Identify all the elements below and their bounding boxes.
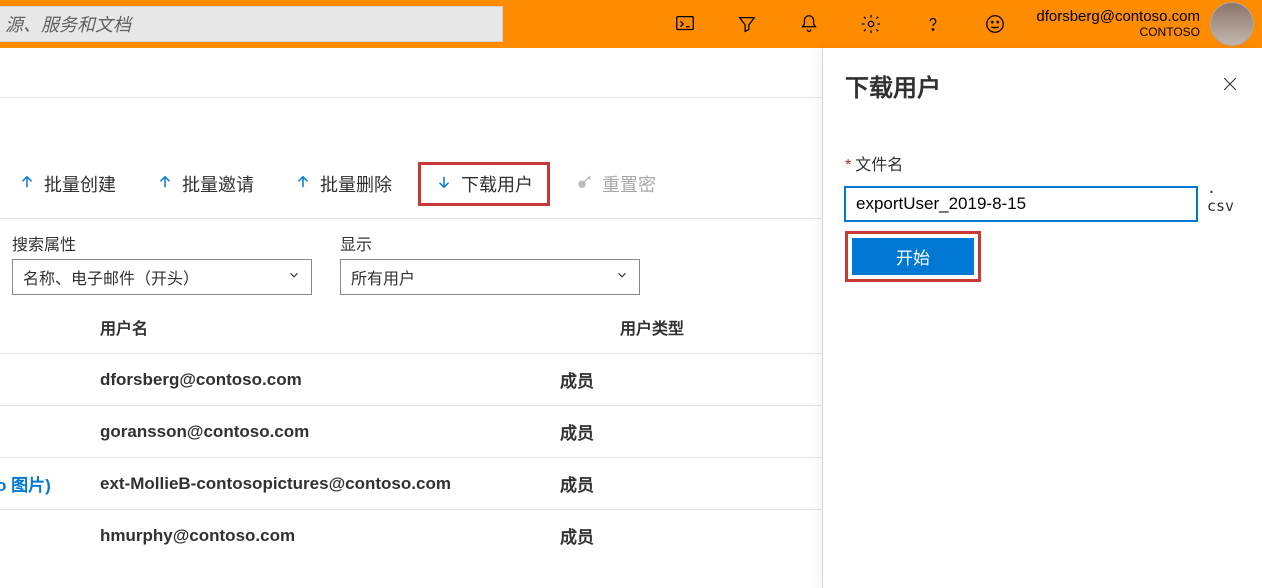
panel-title: 下载用户 [845, 68, 941, 103]
chevron-down-icon [287, 268, 301, 287]
guest-source-fragment: o 图片) [0, 458, 51, 509]
bulk-delete-button[interactable]: 批量删除 [294, 171, 392, 197]
topbar-icon-group [674, 13, 1006, 35]
upload-arrow-icon [294, 173, 312, 196]
bulk-delete-label: 批量删除 [320, 171, 392, 197]
display-label: 显示 [340, 231, 640, 255]
avatar [1210, 2, 1254, 46]
account-menu[interactable]: dforsberg@contoso.com CONTOSO [1036, 2, 1254, 46]
download-users-panel: 下载用户 *文件名 . csv 开始 [822, 48, 1262, 588]
bulk-invite-label: 批量邀请 [182, 171, 254, 197]
bulk-invite-button[interactable]: 批量邀请 [156, 171, 254, 197]
search-placeholder: 源、服务和文档 [5, 11, 131, 37]
feedback-icon[interactable] [984, 13, 1006, 35]
cell-usertype: 成员 [560, 419, 680, 444]
cell-username: dforsberg@contoso.com [100, 370, 560, 390]
start-button[interactable]: 开始 [852, 238, 974, 275]
key-icon [576, 173, 594, 196]
display-select[interactable]: 所有用户 [340, 259, 640, 295]
search-attr-value: 名称、电子邮件（开头） [23, 265, 199, 289]
global-search-input[interactable]: 源、服务和文档 [0, 6, 503, 42]
download-arrow-icon [435, 173, 453, 196]
col-header-usertype: 用户类型 [620, 315, 740, 339]
search-attr-select[interactable]: 名称、电子邮件（开头） [12, 259, 312, 295]
chevron-down-icon [615, 268, 629, 287]
bulk-create-label: 批量创建 [44, 171, 116, 197]
display-value: 所有用户 [351, 265, 415, 289]
col-header-username: 用户名 [100, 315, 540, 339]
bulk-create-button[interactable]: 批量创建 [18, 171, 116, 197]
start-button-highlight: 开始 [845, 231, 981, 282]
cell-username: hmurphy@contoso.com [100, 526, 560, 546]
filename-input[interactable] [845, 187, 1197, 221]
cell-usertype: 成员 [560, 471, 680, 496]
notifications-icon[interactable] [798, 13, 820, 35]
search-attr-label: 搜索属性 [12, 231, 312, 255]
cloud-shell-icon[interactable] [674, 13, 696, 35]
file-extension: . csv [1207, 179, 1240, 221]
settings-icon[interactable] [860, 13, 882, 35]
tenant-name: CONTOSO [1036, 26, 1200, 39]
user-email: dforsberg@contoso.com [1036, 9, 1200, 26]
download-users-label: 下载用户 [461, 171, 533, 197]
close-icon[interactable] [1220, 74, 1240, 97]
filter-directory-icon[interactable] [736, 13, 758, 35]
cell-usertype: 成员 [560, 367, 680, 392]
reset-password-button: 重置密 [576, 171, 656, 197]
download-users-button[interactable]: 下载用户 [418, 162, 550, 206]
upload-arrow-icon [156, 173, 174, 196]
cell-username: ext-MollieB-contosopictures@contoso.com [100, 474, 560, 494]
help-icon[interactable] [922, 13, 944, 35]
top-bar: 源、服务和文档 dforsberg@contoso.com CONTOSO [0, 0, 1262, 48]
cell-usertype: 成员 [560, 523, 680, 548]
filename-label: *文件名 [845, 151, 1240, 175]
reset-password-label: 重置密 [602, 171, 656, 197]
upload-arrow-icon [18, 173, 36, 196]
cell-username: goransson@contoso.com [100, 422, 560, 442]
